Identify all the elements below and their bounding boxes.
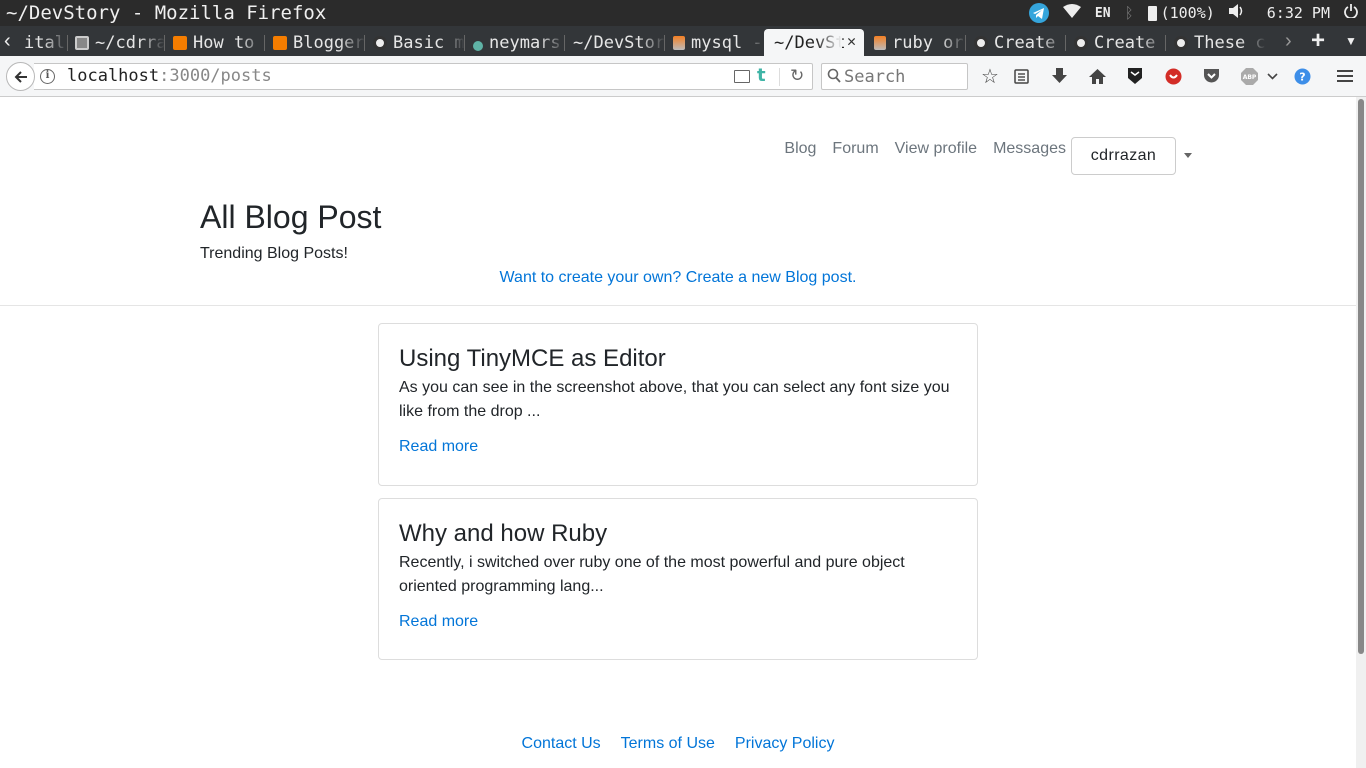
clock[interactable]: 6:32 PM [1267, 4, 1330, 22]
nav-link-messages[interactable]: Messages [993, 140, 1066, 158]
browser-tab[interactable]: Blogger [267, 29, 365, 56]
github-avatar-icon [75, 35, 89, 50]
divider [0, 305, 1356, 306]
svg-text:ABP: ABP [1242, 74, 1256, 81]
close-tab-icon[interactable]: ✕ [847, 32, 856, 50]
scrollbar-thumb[interactable] [1358, 99, 1364, 654]
help-icon[interactable]: ? [1292, 66, 1312, 86]
reload-icon[interactable]: ↻ [790, 66, 804, 86]
blogger-icon [273, 35, 287, 50]
browser-tab[interactable]: ~/DevStor [567, 29, 665, 56]
browser-tab[interactable]: ital [18, 29, 68, 56]
adblock-plus-icon[interactable]: ABP [1239, 66, 1259, 86]
svg-text:?: ? [1299, 70, 1305, 83]
battery-percent: (100%) [1160, 4, 1215, 22]
post-card: Why and how Ruby Recently, i switched ov… [378, 498, 978, 660]
github-icon [373, 35, 387, 50]
home-icon[interactable] [1087, 66, 1107, 86]
github-icon [1174, 35, 1188, 50]
bluetooth-icon[interactable]: ᛒ [1125, 4, 1134, 22]
tab-scroll-left-icon[interactable]: ‹ [4, 26, 11, 56]
post-excerpt: As you can see in the screenshot above, … [399, 379, 950, 420]
back-button[interactable] [6, 62, 35, 91]
browser-tab[interactable]: ruby or [868, 29, 966, 56]
telegram-icon[interactable] [1028, 3, 1049, 23]
volume-icon[interactable] [1228, 4, 1245, 22]
github-icon [974, 35, 988, 50]
bookmarks-menu-icon[interactable] [1011, 66, 1031, 86]
wifi-icon[interactable] [1062, 4, 1081, 22]
downloads-icon[interactable] [1049, 66, 1069, 86]
browser-tab[interactable]: How to [167, 29, 265, 56]
url-text[interactable]: localhost:3000/posts [67, 66, 272, 86]
hamburger-menu-icon[interactable] [1335, 66, 1355, 86]
os-title-bar: ~/DevStory - Mozilla Firefox EN ᛒ (100%)… [0, 0, 1366, 26]
post-excerpt: Recently, i switched over ruby one of th… [399, 554, 905, 595]
page-content: Blog Forum View profile Messages cdrraza… [0, 97, 1356, 768]
browser-tab[interactable]: Basic m [367, 29, 465, 56]
create-post-link[interactable]: Want to create your own? Create a new Bl… [0, 269, 1356, 287]
search-input[interactable] [844, 66, 964, 87]
window-title: ~/DevStory - Mozilla Firefox [6, 2, 327, 24]
read-more-link[interactable]: Read more [399, 613, 478, 631]
stackoverflow-icon [874, 35, 886, 50]
post-title: Why and how Ruby [399, 520, 608, 547]
search-box[interactable] [821, 63, 968, 90]
bookmark-star-icon[interactable]: ☆ [980, 66, 1000, 88]
stackoverflow-icon [673, 35, 685, 50]
footer-link-contact[interactable]: Contact Us [522, 735, 601, 753]
chevron-down-icon[interactable] [1262, 66, 1282, 86]
lastpass-icon[interactable] [1163, 66, 1183, 86]
browser-tab[interactable]: These c [1168, 29, 1266, 56]
nav-link-blog[interactable]: Blog [784, 140, 816, 158]
post-card: Using TinyMCE as Editor As you can see i… [378, 323, 978, 486]
post-title: Using TinyMCE as Editor [399, 345, 666, 372]
browser-tab[interactable]: Create [968, 29, 1066, 56]
browser-tab[interactable]: Create [1068, 29, 1166, 56]
keyboard-layout-indicator[interactable]: EN [1095, 6, 1111, 21]
browser-tab-active[interactable]: ~/DevSt ✕ [764, 29, 864, 56]
pocket-icon[interactable] [1201, 66, 1221, 86]
caret-down-icon[interactable] [1184, 153, 1192, 158]
blogger-icon [173, 35, 187, 50]
navigation-toolbar: i localhost:3000/posts t ↻ ☆ ABP ? [0, 56, 1366, 97]
system-tray: EN ᛒ (100%) 6:32 PM [1028, 0, 1358, 26]
browser-tab[interactable]: mysql - [667, 29, 765, 56]
page-scrollbar[interactable] [1356, 97, 1366, 768]
ruby-dot-icon [473, 40, 483, 51]
nav-link-view-profile[interactable]: View profile [895, 140, 977, 158]
site-info-icon[interactable]: i [40, 69, 55, 84]
reader-view-icon[interactable] [734, 70, 750, 83]
footer: Contact Us Terms of Use Privacy Policy [0, 735, 1356, 753]
list-all-tabs-icon[interactable]: ▼ [1345, 26, 1357, 56]
new-tab-icon[interactable]: + [1311, 26, 1325, 56]
tumblr-icon[interactable]: t [757, 65, 766, 86]
page-subtitle: Trending Blog Posts! [200, 245, 348, 262]
footer-link-terms[interactable]: Terms of Use [621, 735, 715, 753]
footer-link-privacy[interactable]: Privacy Policy [735, 735, 835, 753]
tab-scroll-right-icon[interactable]: › [1285, 26, 1292, 56]
power-icon[interactable] [1344, 4, 1358, 22]
site-nav: Blog Forum View profile Messages [784, 140, 1066, 158]
user-menu-button[interactable]: cdrrazan [1071, 137, 1176, 175]
read-more-link[interactable]: Read more [399, 438, 478, 456]
battery-icon [1147, 5, 1157, 21]
search-icon [827, 68, 841, 83]
url-bar[interactable]: i localhost:3000/posts t ↻ [34, 63, 813, 90]
battery-indicator[interactable]: (100%) [1147, 4, 1215, 22]
nav-link-forum[interactable]: Forum [832, 140, 878, 158]
browser-tab[interactable]: ~/cdrra [69, 29, 165, 56]
tab-strip: ‹ ital ~/cdrra How to Blogger Basic m ne… [0, 26, 1366, 56]
page-title: All Blog Post [200, 199, 382, 235]
extension-shield-icon[interactable] [1125, 66, 1145, 86]
browser-tab[interactable]: neymars [467, 29, 565, 56]
github-icon [1074, 35, 1088, 50]
back-arrow-icon [14, 70, 27, 83]
